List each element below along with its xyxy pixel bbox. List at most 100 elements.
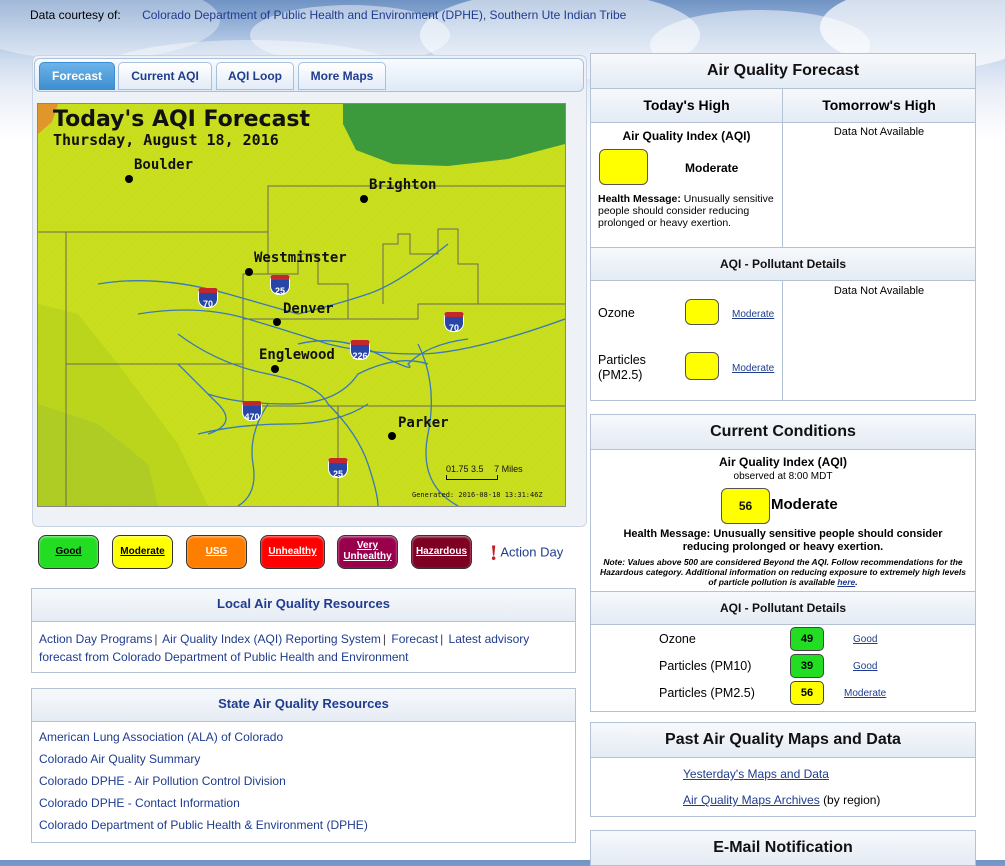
forecast-ozone-label: Ozone (598, 306, 635, 320)
legend-usg-button[interactable]: USG (186, 535, 247, 569)
legend-unhealthy-button[interactable]: Unhealthy (260, 535, 325, 569)
scale-unit: 7 Miles (494, 464, 523, 474)
forecast-pm25-label: Particles (PM2.5) (598, 353, 646, 382)
legend-very-unhealthy-button[interactable]: Very Unhealthy (337, 535, 398, 569)
current-conditions-title: Current Conditions (591, 415, 975, 450)
legend-very-label: Very (356, 540, 379, 551)
aqi-reporting-system-link[interactable]: Air Quality Index (AQI) Reporting System (162, 632, 381, 646)
interstate-shield-icon: 25 (328, 458, 348, 479)
note-label: Note: (603, 557, 626, 567)
tomorrow-high-header: Tomorrow's High (822, 97, 936, 113)
observed-time: observed at 8:00 MDT (733, 471, 833, 482)
note-here-link[interactable]: here (837, 577, 855, 587)
state-resource-link[interactable]: Colorado Department of Public Health & E… (39, 818, 368, 832)
exclamation-icon: ! (490, 540, 498, 565)
column-divider (782, 280, 783, 400)
city-marker-boulder (125, 175, 133, 183)
legend-moderate-button[interactable]: Moderate (112, 535, 173, 569)
interstate-shield-icon: 70 (444, 312, 464, 333)
legend-usg-label: USG (205, 546, 228, 557)
forecast-pm25-swatch (685, 352, 719, 380)
legend-good-button[interactable]: Good (38, 535, 99, 569)
legend-good-label: Good (55, 546, 82, 557)
tab-current-aqi[interactable]: Current AQI (118, 62, 212, 90)
action-day-programs-link[interactable]: Action Day Programs (39, 632, 152, 646)
local-resources-links: Action Day Programs | Air Quality Index (… (32, 622, 575, 674)
map-date: Thursday, August 18, 2016 (53, 131, 279, 149)
past-maps-panel: Past Air Quality Maps and Data Yesterday… (590, 722, 976, 817)
tomorrow-pollutant-not-available: Data Not Available (833, 285, 925, 297)
state-resource-link[interactable]: Colorado DPHE - Contact Information (39, 796, 240, 810)
scale-ticks: 01.75 3.5 (446, 464, 484, 474)
aqi-forecast-map[interactable]: Today's AQI Forecast Thursday, August 18… (37, 103, 566, 507)
health-message-label: Health Message: (623, 528, 711, 540)
legend-hazardous-button[interactable]: Hazardous (411, 535, 472, 569)
interstate-shield-icon: 70 (198, 288, 218, 309)
state-resources-box: State Air Quality Resources American Lun… (31, 688, 576, 843)
tab-more-maps[interactable]: More Maps (298, 62, 386, 90)
local-resources-box: Local Air Quality Resources Action Day P… (31, 588, 576, 673)
city-marker-englewood (271, 365, 279, 373)
current-aqi-label: Air Quality Index (AQI) (718, 455, 847, 469)
map-scale: 01.75 3.5 7 Miles (446, 464, 523, 480)
forecast-pm25-category-link[interactable]: Moderate (732, 363, 774, 374)
current-pm10-category-link[interactable]: Good (853, 661, 877, 672)
current-pm10-label: Particles (PM10) (659, 659, 752, 673)
forecast-category: Moderate (685, 161, 739, 175)
forecast-ozone-swatch (685, 299, 719, 325)
today-high-header: Today's High (591, 89, 783, 122)
forecast-health-message: Health Message: Unusually sensitive peop… (598, 193, 778, 229)
email-notification-panel: E-Mail Notification (590, 830, 976, 866)
current-ozone-category-link[interactable]: Good (853, 634, 877, 645)
health-message-label: Health Message: (598, 193, 681, 205)
city-marker-parker (388, 432, 396, 440)
legend-hazardous-label: Hazardous (415, 546, 468, 557)
state-resource-link[interactable]: Colorado Air Quality Summary (39, 752, 200, 766)
state-resources-links: American Lung Association (ALA) of Color… (32, 722, 575, 844)
courtesy-label: Data courtesy of: (30, 8, 121, 22)
current-conditions-panel: Current Conditions Air Quality Index (AQ… (590, 414, 976, 712)
city-label-boulder: Boulder (134, 157, 194, 173)
legend-moderate-label: Moderate (120, 546, 165, 557)
state-resource-link[interactable]: American Lung Association (ALA) of Color… (39, 730, 283, 744)
forecast-pollutant-header: AQI - Pollutant Details (591, 247, 975, 281)
city-marker-brighton (360, 195, 368, 203)
separator: | (154, 632, 158, 646)
state-resources-title: State Air Quality Resources (32, 689, 575, 722)
current-aqi-value: 56 (721, 488, 770, 524)
column-divider (782, 123, 783, 247)
city-label-parker: Parker (398, 415, 449, 431)
forecast-ozone-category-link[interactable]: Moderate (732, 309, 774, 320)
maps-archives-link[interactable]: Air Quality Maps Archives (683, 793, 820, 807)
separator: | (440, 632, 444, 646)
forecast-column-headers: Today's High Tomorrow's High (591, 89, 975, 123)
courtesy-organizations: Colorado Department of Public Health and… (142, 8, 627, 22)
city-label-brighton: Brighton (369, 177, 437, 193)
tab-forecast[interactable]: Forecast (39, 62, 115, 90)
city-label-westminster: Westminster (254, 250, 347, 266)
interstate-shield-icon: 470 (242, 401, 262, 422)
legend-very-unhealthy-label: Unhealthy (343, 551, 392, 562)
map-tab-bar: Forecast Current AQI AQI Loop More Maps (34, 58, 584, 92)
action-day-label: Action Day (500, 544, 564, 560)
forecast-panel-title: Air Quality Forecast (591, 54, 975, 89)
current-pm10-value: 39 (790, 654, 824, 678)
map-title: Today's AQI Forecast (53, 107, 311, 132)
forecast-panel: Air Quality Forecast Today's High Tomorr… (590, 53, 976, 401)
current-pm25-category-link[interactable]: Moderate (844, 688, 886, 699)
city-marker-westminster (245, 268, 253, 276)
local-resources-title: Local Air Quality Resources (32, 589, 575, 622)
current-category: Moderate (771, 496, 838, 513)
forecast-link[interactable]: Forecast (391, 632, 438, 646)
yesterdays-maps-link[interactable]: Yesterday's Maps and Data (683, 767, 829, 781)
state-resource-link[interactable]: Colorado DPHE - Air Pollution Control Di… (39, 774, 286, 788)
archives-suffix: (by region) (823, 793, 881, 807)
city-label-denver: Denver (283, 301, 334, 317)
separator: | (382, 632, 387, 646)
tab-aqi-loop[interactable]: AQI Loop (216, 62, 294, 90)
generated-timestamp: Generated: 2016-08-18 13:31:46Z (412, 491, 543, 499)
forecast-aqi-swatch (599, 149, 648, 185)
action-day-link[interactable]: ! Action Day (490, 540, 563, 566)
interstate-shield-icon: 226 (350, 340, 370, 361)
scale-bar (446, 475, 498, 480)
